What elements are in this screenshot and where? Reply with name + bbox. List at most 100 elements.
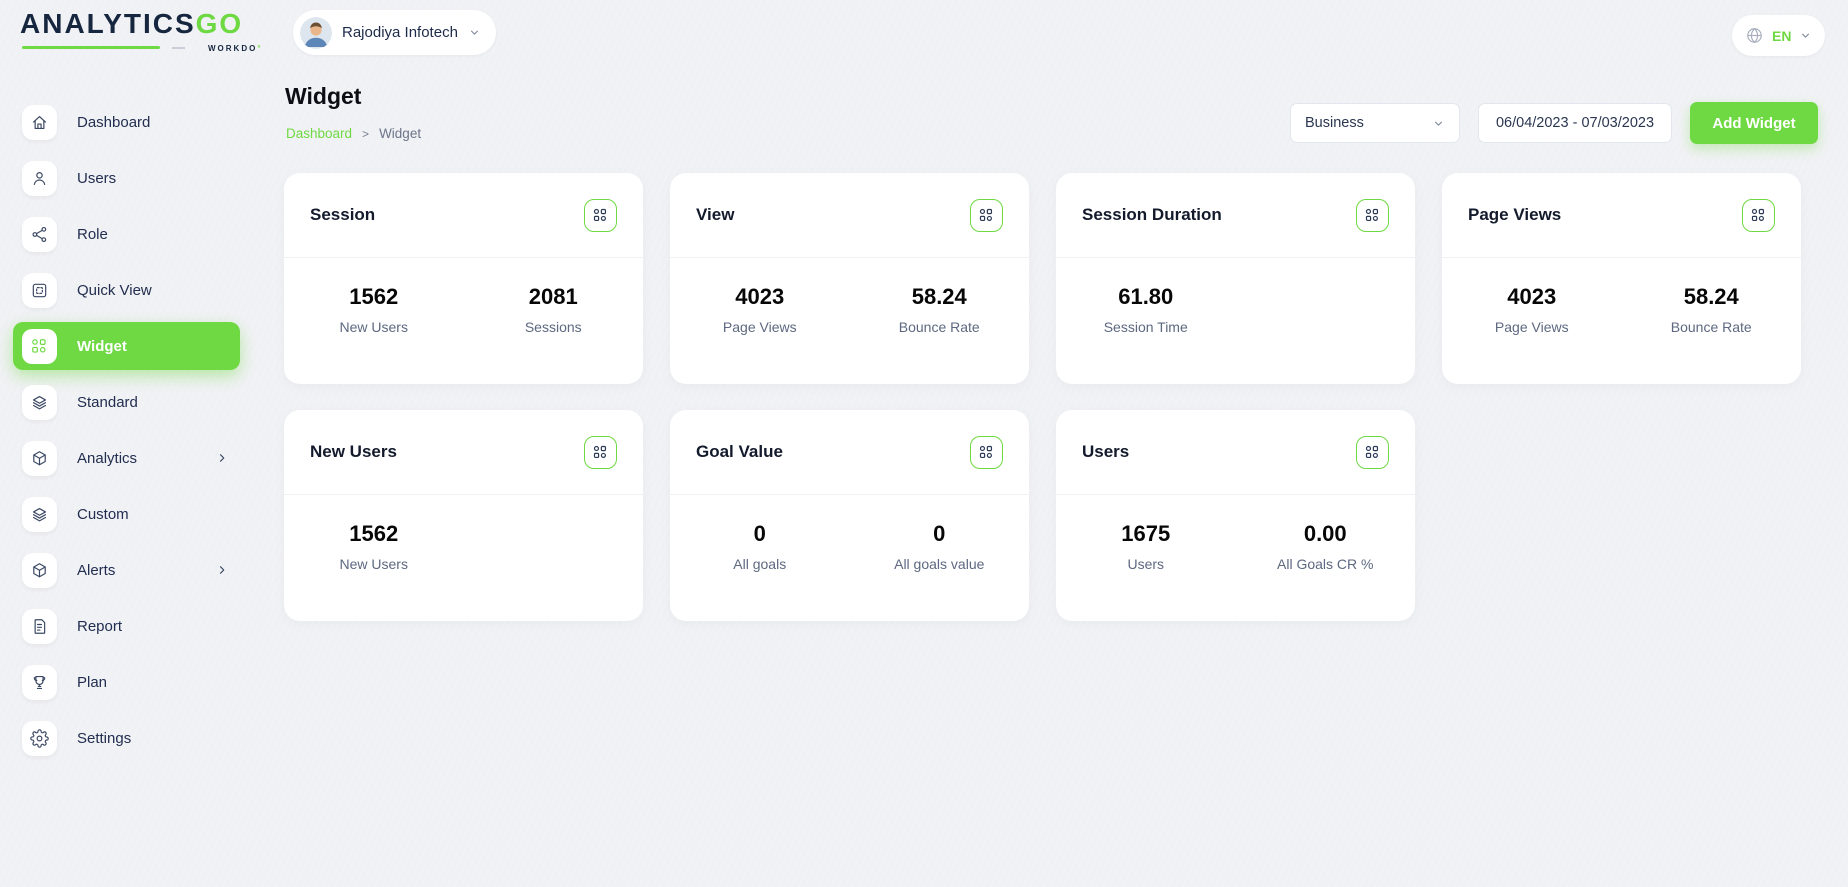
sidebar-item-widget[interactable]: Widget — [0, 318, 255, 374]
sidebar-item-label: Users — [77, 170, 116, 187]
stat-value: 1562 — [284, 521, 464, 547]
stat-value: 0 — [670, 521, 850, 547]
widget-options-button[interactable] — [584, 436, 617, 469]
sidebar-item-analytics[interactable]: Analytics — [0, 430, 255, 486]
chevron-right-icon — [215, 563, 229, 577]
breadcrumb: Dashboard > Widget — [286, 126, 421, 141]
breadcrumb-dashboard-link[interactable]: Dashboard — [286, 126, 352, 141]
company-avatar — [300, 17, 332, 49]
card-title: Session Duration — [1082, 205, 1222, 225]
date-range-input[interactable] — [1478, 103, 1672, 143]
gear-icon — [22, 721, 57, 756]
stat-label: All goals — [670, 556, 850, 572]
stat: 1562 New Users — [284, 521, 464, 572]
stat-label: Sessions — [464, 319, 644, 335]
sidebar-item-label: Dashboard — [77, 114, 150, 131]
widget-grid-icon — [592, 207, 609, 224]
widget-options-button[interactable] — [584, 199, 617, 232]
sidebar-item-report[interactable]: Report — [0, 598, 255, 654]
sidebar-item-label: Standard — [77, 394, 138, 411]
widget-grid-icon — [978, 444, 995, 461]
sidebar-item-role[interactable]: Role — [0, 206, 255, 262]
sidebar-item-standard[interactable]: Standard — [0, 374, 255, 430]
card-session-duration: Session Duration 61.80 Session Time — [1056, 173, 1415, 384]
business-select[interactable]: Business — [1290, 103, 1460, 143]
sidebar-item-label: Quick View — [77, 282, 152, 299]
sidebar-item-alerts[interactable]: Alerts — [0, 542, 255, 598]
widget-options-button[interactable] — [970, 199, 1003, 232]
sidebar-item-label: Settings — [77, 730, 131, 747]
user-icon — [22, 161, 57, 196]
sidebar-item-label: Report — [77, 618, 122, 635]
language-selector[interactable]: EN — [1732, 15, 1825, 56]
layers-icon — [22, 497, 57, 532]
add-widget-button[interactable]: Add Widget — [1690, 102, 1818, 144]
card-title: New Users — [310, 442, 397, 462]
stat-value: 1675 — [1056, 521, 1236, 547]
stat-label: Users — [1056, 556, 1236, 572]
card-title: View — [696, 205, 734, 225]
stat: 4023 Page Views — [670, 284, 850, 335]
sidebar-item-plan[interactable]: Plan — [0, 654, 255, 710]
sidebar-item-quick-view[interactable]: Quick View — [0, 262, 255, 318]
chevron-down-icon — [468, 26, 481, 39]
stat-value: 61.80 — [1056, 284, 1236, 310]
widget-grid-icon — [1364, 444, 1381, 461]
stat: 4023 Page Views — [1442, 284, 1622, 335]
widget-options-button[interactable] — [1742, 199, 1775, 232]
cube-icon — [22, 553, 57, 588]
stat-value: 1562 — [284, 284, 464, 310]
company-switcher[interactable]: Rajodiya Infotech — [293, 10, 496, 55]
stat-label: All Goals CR % — [1236, 556, 1416, 572]
trophy-icon — [22, 665, 57, 700]
sidebar-item-custom[interactable]: Custom — [0, 486, 255, 542]
card-title: Session — [310, 205, 375, 225]
widget-grid-icon — [978, 207, 995, 224]
stat-label: New Users — [284, 319, 464, 335]
language-code: EN — [1772, 28, 1791, 44]
card-users: Users 1675 Users 0.00 All Goals CR % — [1056, 410, 1415, 621]
stat-label: Page Views — [1442, 319, 1622, 335]
widget-grid-icon — [1750, 207, 1767, 224]
stat-value: 2081 — [464, 284, 644, 310]
stat-value: 58.24 — [850, 284, 1030, 310]
stat: 61.80 Session Time — [1056, 284, 1236, 335]
logo-dash — [172, 47, 185, 49]
app-logo[interactable]: ANALYTICSGO WORKDO° — [20, 8, 250, 54]
stat: 0 All goals — [670, 521, 850, 572]
stat: 1562 New Users — [284, 284, 464, 335]
stat-value: 4023 — [670, 284, 850, 310]
sidebar-item-settings[interactable]: Settings — [0, 710, 255, 766]
layers-icon — [22, 385, 57, 420]
business-select-value: Business — [1305, 115, 1364, 131]
widget-options-button[interactable] — [1356, 436, 1389, 469]
sidebar-item-users[interactable]: Users — [0, 150, 255, 206]
sidebar-item-label: Custom — [77, 506, 129, 523]
card-title: Page Views — [1468, 205, 1561, 225]
stat-label: Bounce Rate — [1622, 319, 1802, 335]
widget-icon — [22, 329, 57, 364]
card-title: Goal Value — [696, 442, 783, 462]
stat: 58.24 Bounce Rate — [850, 284, 1030, 335]
card-view: View 4023 Page Views 58.24 Bounce Rate — [670, 173, 1029, 384]
widget-options-button[interactable] — [970, 436, 1003, 469]
sidebar-item-dashboard[interactable]: Dashboard — [0, 94, 255, 150]
share-icon — [22, 217, 57, 252]
logo-underline — [22, 46, 160, 49]
quick-view-icon — [22, 273, 57, 308]
logo-subtitle: WORKDO° — [208, 44, 263, 53]
company-name: Rajodiya Infotech — [342, 24, 458, 41]
card-session: Session 1562 New Users 2081 Sessions — [284, 173, 643, 384]
stat-value: 0.00 — [1236, 521, 1416, 547]
stat: 2081 Sessions — [464, 284, 644, 335]
page-title: Widget — [285, 83, 361, 110]
stat-value: 0 — [850, 521, 1030, 547]
card-goal-value: Goal Value 0 All goals 0 All goals value — [670, 410, 1029, 621]
stat: 1675 Users — [1056, 521, 1236, 572]
card-title: Users — [1082, 442, 1129, 462]
widget-options-button[interactable] — [1356, 199, 1389, 232]
widget-grid-icon — [592, 444, 609, 461]
chevron-down-icon — [1432, 117, 1445, 130]
card-new-users: New Users 1562 New Users — [284, 410, 643, 621]
chevron-down-icon — [1799, 29, 1812, 42]
